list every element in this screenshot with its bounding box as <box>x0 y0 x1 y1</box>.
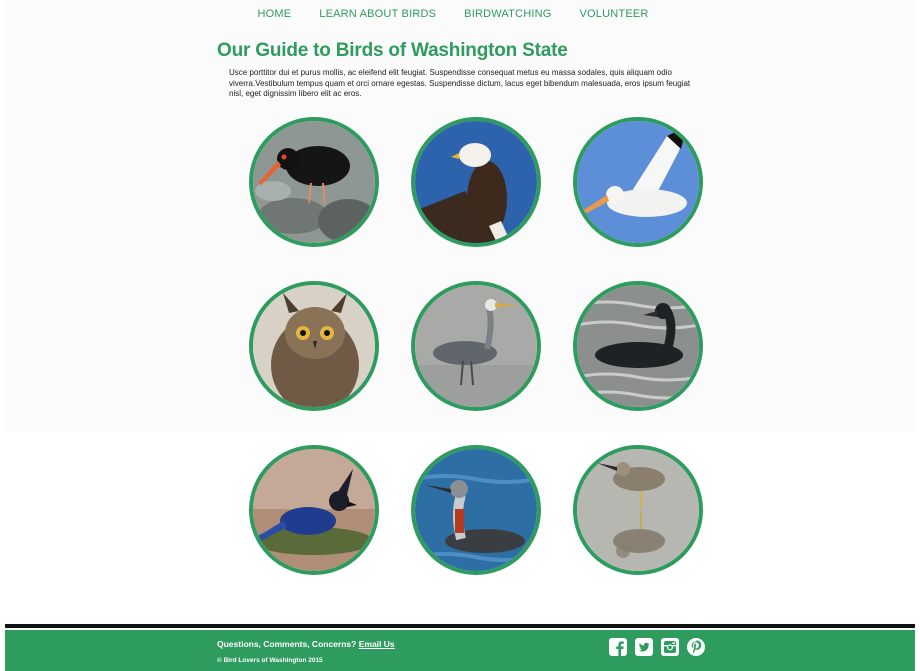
black-oystercatcher-image <box>253 121 375 243</box>
stellers-jay-image <box>253 449 375 571</box>
footer-divider <box>5 624 915 628</box>
pinterest-icon[interactable] <box>687 638 705 656</box>
bird-photo-bald-eagle[interactable] <box>411 117 541 247</box>
nav-home[interactable]: HOME <box>257 7 291 23</box>
twitter-icon[interactable] <box>635 638 653 656</box>
bird-photo-black-oystercatcher[interactable] <box>249 117 379 247</box>
bird-photo-stellers-jay[interactable] <box>249 445 379 575</box>
social-links <box>609 638 705 656</box>
facebook-icon[interactable] <box>609 638 627 656</box>
main-nav: HOME LEARN ABOUT BIRDS BIRDWATCHING VOLU… <box>0 7 920 23</box>
cormorant-image <box>577 285 699 407</box>
bird-gallery <box>249 117 703 575</box>
nav-volunteer[interactable]: VOLUNTEER <box>580 7 649 23</box>
bird-photo-red-throated-loon[interactable] <box>411 445 541 575</box>
great-blue-heron-image <box>415 285 537 407</box>
red-throated-loon-image <box>415 449 537 571</box>
bird-photo-great-horned-owl[interactable] <box>249 281 379 411</box>
intro-paragraph: Usce porttitor dui et purus mollis, ac e… <box>229 68 691 98</box>
great-horned-owl-image <box>253 285 375 407</box>
bird-photo-pelican[interactable] <box>573 117 703 247</box>
site-footer: Questions, Comments, Concerns? Email Us … <box>5 630 915 671</box>
nav-birdwatching[interactable]: BIRDWATCHING <box>464 7 551 23</box>
page-title: Our Guide to Birds of Washington State <box>217 40 568 61</box>
bird-photo-cormorant[interactable] <box>573 281 703 411</box>
greater-yellowlegs-image <box>577 449 699 571</box>
email-us-link[interactable]: Email Us <box>359 639 395 649</box>
footer-contact: Questions, Comments, Concerns? Email Us <box>217 639 395 649</box>
nav-learn-about-birds[interactable]: LEARN ABOUT BIRDS <box>319 7 436 23</box>
bald-eagle-image <box>415 121 537 243</box>
bird-photo-greater-yellowlegs[interactable] <box>573 445 703 575</box>
instagram-icon[interactable] <box>661 638 679 656</box>
pelican-image <box>577 121 699 243</box>
bird-photo-great-blue-heron[interactable] <box>411 281 541 411</box>
footer-question: Questions, Comments, Concerns? <box>217 639 357 649</box>
footer-copyright: © Bird Lovers of Washington 2015 <box>217 657 323 664</box>
